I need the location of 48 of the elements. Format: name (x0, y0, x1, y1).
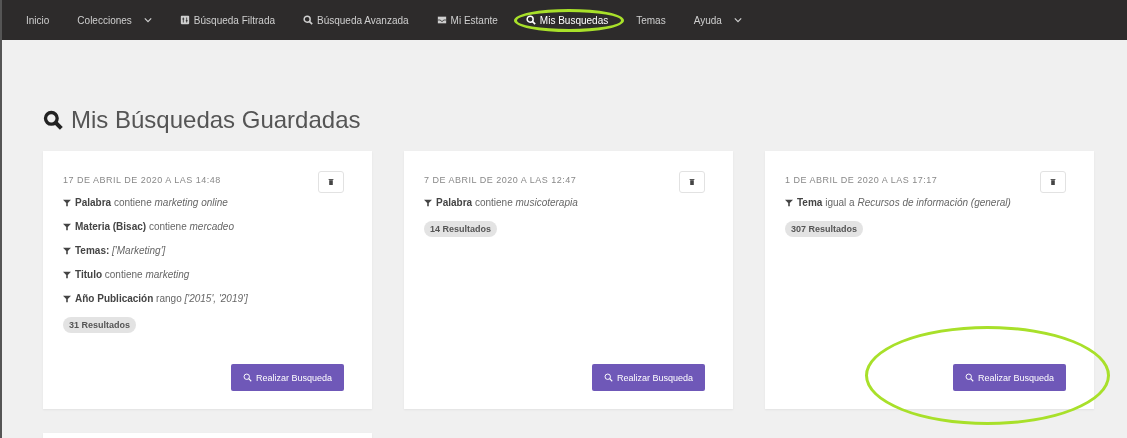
search-button[interactable]: Realizar Busqueda (952, 364, 1066, 391)
filter-icon (424, 198, 432, 207)
chevron-down-icon (143, 17, 152, 23)
filter-text: Tema igual a Recursos de información (general) (797, 197, 1011, 208)
results-count: 14 Resultados (424, 221, 498, 237)
inbox-icon (436, 15, 447, 25)
search-date: 1 DE ABRIL DE 2020 A LAS 17:17 (785, 175, 938, 185)
filter-text: Palabra contiene marketing online (75, 197, 228, 208)
search-icon (303, 15, 313, 25)
page-title: Mis Búsquedas Guardadas (71, 105, 361, 135)
filter-icon (63, 222, 71, 231)
nav-link[interactable]: Colecciones (63, 14, 166, 26)
search-icon (964, 373, 974, 382)
filter-text: Materia (Bisac) contiene mercadeo (75, 221, 234, 232)
nav-link[interactable]: Búsqueda Filtrada (165, 14, 289, 26)
results-count: 31 Resultados (63, 317, 137, 333)
delete-button[interactable] (318, 171, 344, 193)
filter-icon (63, 294, 71, 303)
nav-link[interactable]: Mi Estante (422, 14, 512, 26)
search-icon (242, 373, 252, 382)
search-icon (603, 373, 613, 382)
search-date: 7 DE ABRIL DE 2020 A LAS 12:47 (424, 175, 577, 185)
filter-icon (63, 270, 71, 279)
nav-link[interactable]: Temas (622, 14, 680, 26)
delete-button[interactable] (1040, 171, 1066, 193)
filter-text: Palabra contiene musicoterapia (436, 197, 578, 208)
nav-link[interactable]: Ayuda (679, 14, 756, 26)
sliders-icon (179, 15, 190, 25)
trash-icon (1050, 178, 1056, 186)
trash-icon (328, 178, 334, 186)
search-icon (525, 15, 536, 25)
search-icon (43, 110, 63, 130)
search-button[interactable]: Realizar Busqueda (230, 364, 344, 391)
chevron-down-icon (733, 17, 742, 23)
nav-link[interactable]: Inicio (12, 14, 64, 26)
filter-text: Temas: ['Marketing'] (75, 245, 166, 256)
filter-icon (785, 198, 793, 207)
search-date: 17 DE ABRIL DE 2020 A LAS 14:48 (63, 175, 221, 185)
filter-text: Titulo contiene marketing (75, 269, 190, 280)
filter-icon (63, 246, 71, 255)
trash-icon (689, 178, 695, 186)
filter-text: Año Publicación rango ['2015', '2019'] (75, 293, 248, 304)
delete-button[interactable] (679, 171, 705, 193)
results-count: 307 Resultados (785, 221, 864, 237)
search-button[interactable]: Realizar Busqueda (591, 364, 705, 391)
nav-link[interactable]: Búsqueda Avanzada (289, 14, 423, 26)
filter-icon (63, 198, 71, 207)
nav-link[interactable]: Mis Busquedas (511, 14, 623, 26)
